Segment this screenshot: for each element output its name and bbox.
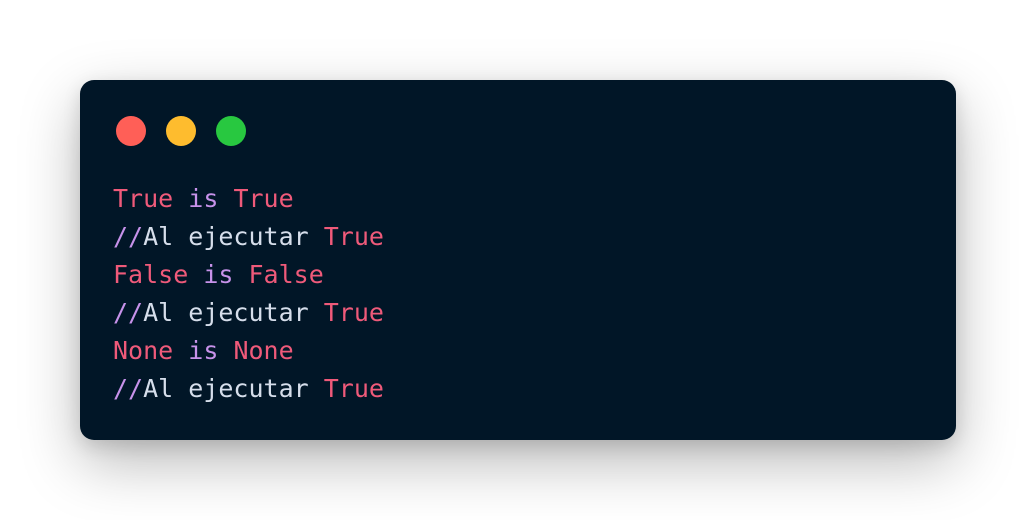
code-token-text: Al ejecutar xyxy=(143,222,324,251)
code-token-constant: True xyxy=(323,298,384,327)
minimize-dot-icon[interactable] xyxy=(166,116,196,146)
code-token-constant: False xyxy=(248,260,324,289)
code-token-keyword: is xyxy=(188,184,219,213)
maximize-dot-icon[interactable] xyxy=(216,116,246,146)
code-token-keyword: // xyxy=(113,298,144,327)
code-token-constant: True xyxy=(113,184,174,213)
code-line: //Al ejecutar True xyxy=(113,370,384,408)
code-token-constant: False xyxy=(113,260,189,289)
code-block: True is True//Al ejecutar True False is F… xyxy=(113,180,384,408)
code-token-keyword: is xyxy=(188,336,219,365)
code-token-constant: True xyxy=(233,184,294,213)
code-line: //Al ejecutar True xyxy=(113,218,384,256)
code-token-constant: None xyxy=(233,336,294,365)
code-line: True is True xyxy=(113,180,384,218)
code-token-text: Al ejecutar xyxy=(143,374,324,403)
code-token-text: Al ejecutar xyxy=(143,298,324,327)
code-token-keyword: is xyxy=(203,260,234,289)
code-token-keyword: // xyxy=(113,222,144,251)
window-controls xyxy=(116,116,246,146)
code-window: True is True//Al ejecutar True False is F… xyxy=(80,80,956,440)
close-dot-icon[interactable] xyxy=(116,116,146,146)
code-token-constant: True xyxy=(323,374,384,403)
code-token-constant: None xyxy=(113,336,174,365)
code-token-constant: True xyxy=(323,222,384,251)
code-line: //Al ejecutar True xyxy=(113,294,384,332)
code-line: False is False xyxy=(113,256,384,294)
code-line: None is None xyxy=(113,332,384,370)
code-token-keyword: // xyxy=(113,374,144,403)
